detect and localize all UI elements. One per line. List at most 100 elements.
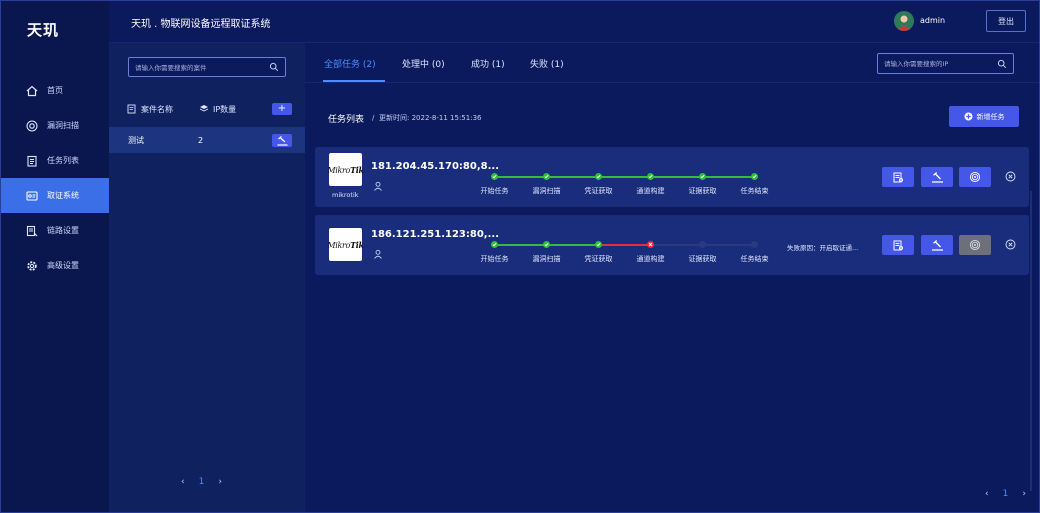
task-list-title: 任务列表 xyxy=(328,115,365,125)
title-separator: / xyxy=(372,114,375,122)
case-pagination: ‹ 1 › xyxy=(181,477,222,487)
step-label: 开始任务 xyxy=(480,255,509,263)
tab-failed[interactable]: 失败 (1) xyxy=(530,57,564,70)
close-icon[interactable] xyxy=(1005,239,1016,250)
fingerprint-button[interactable] xyxy=(959,167,991,187)
step-connector xyxy=(598,176,650,178)
sidebar-item-label: 首页 xyxy=(47,86,63,95)
prev-page-button[interactable]: ‹ xyxy=(985,489,989,499)
next-page-button[interactable]: › xyxy=(218,477,222,487)
step-label: 证据获取 xyxy=(688,187,717,195)
logout-button[interactable]: 登出 xyxy=(986,10,1026,32)
fingerprint-icon xyxy=(969,171,981,183)
gear-icon xyxy=(25,259,39,273)
fingerprint-button-disabled[interactable] xyxy=(959,235,991,255)
col-ip-count: IP数量 xyxy=(199,104,236,115)
report-button[interactable] xyxy=(882,167,914,187)
case-search-input[interactable] xyxy=(135,61,265,74)
step-connector xyxy=(702,244,754,246)
close-icon[interactable] xyxy=(1005,171,1016,182)
step-label: 开始任务 xyxy=(480,187,509,195)
step-check-icon xyxy=(595,241,602,248)
ip-search-input[interactable] xyxy=(884,58,994,70)
step-label: 漏洞扫描 xyxy=(532,255,561,263)
avatar[interactable] xyxy=(894,11,914,31)
sidebar-nav: 首页 漏洞扫描 任务列表 取证系统 链路设置 高级设置 xyxy=(1,73,109,283)
search-icon[interactable] xyxy=(269,62,279,72)
current-page[interactable]: 1 xyxy=(199,477,205,487)
sidebar-item-label: 任务列表 xyxy=(47,156,79,165)
case-hammer-button[interactable] xyxy=(272,134,292,147)
step-check-icon xyxy=(751,173,758,180)
tab-processing[interactable]: 处理中 (0) xyxy=(402,57,445,70)
col-case-name-label: 案件名称 xyxy=(141,104,173,114)
forensics-icon xyxy=(25,189,39,203)
sidebar-item-advanced-settings[interactable]: 高级设置 xyxy=(1,248,109,283)
brand-logo: 天玑 xyxy=(27,21,60,39)
task-card[interactable]: MikroTik 186.121.251.123:80,... 开始任务 漏洞扫描… xyxy=(315,215,1029,275)
tab-success[interactable]: 成功 (1) xyxy=(471,57,505,70)
sidebar-item-home[interactable]: 首页 xyxy=(1,73,109,108)
sidebar-item-scan[interactable]: 漏洞扫描 xyxy=(1,108,109,143)
scrollbar[interactable] xyxy=(1030,191,1032,491)
step-check-icon xyxy=(543,241,550,248)
step-label: 证据获取 xyxy=(688,255,717,263)
home-icon xyxy=(25,84,39,98)
logo-light-text: Mikro xyxy=(327,240,351,250)
report-icon xyxy=(893,240,904,250)
hammer-icon xyxy=(931,239,943,251)
active-tab-indicator xyxy=(323,80,385,82)
current-page[interactable]: 1 xyxy=(1003,489,1009,499)
task-tabs: 全部任务 (2) 处理中 (0) 成功 (1) 失败 (1) xyxy=(305,43,1039,83)
sidebar-item-label: 链路设置 xyxy=(47,226,79,235)
step-check-icon xyxy=(595,173,602,180)
add-case-button[interactable]: + xyxy=(272,103,292,115)
task-ip: 181.204.45.170:80,8... xyxy=(371,161,500,172)
ip-search-box xyxy=(877,53,1014,74)
report-icon xyxy=(893,172,904,182)
step-connector xyxy=(546,176,598,178)
forensics-hammer-button[interactable] xyxy=(921,167,953,187)
step-check-icon xyxy=(647,173,654,180)
sidebar-item-label: 高级设置 xyxy=(47,261,79,270)
top-header: 天玑 . 物联网设备远程取证系统 admin 登出 xyxy=(109,1,1039,43)
step-check-icon xyxy=(491,241,498,248)
report-button[interactable] xyxy=(882,235,914,255)
next-page-button[interactable]: › xyxy=(1022,489,1026,499)
step-label: 通道构建 xyxy=(636,255,665,263)
sidebar-item-label: 取证系统 xyxy=(47,191,79,200)
sidebar-item-forensics[interactable]: 取证系统 xyxy=(1,178,109,213)
scan-icon xyxy=(25,119,39,133)
sidebar-item-tasks[interactable]: 任务列表 xyxy=(1,143,109,178)
step-label: 漏洞扫描 xyxy=(532,187,561,195)
step-connector xyxy=(494,244,546,246)
prev-page-button[interactable]: ‹ xyxy=(181,477,185,487)
mikrotik-logo: MikroTik xyxy=(327,153,364,186)
step-connector xyxy=(546,244,598,246)
step-label: 通道构建 xyxy=(636,187,665,195)
step-label: 凭证获取 xyxy=(584,255,613,263)
step-fail-icon xyxy=(647,241,654,248)
step-connector xyxy=(494,176,546,178)
case-row[interactable]: 测试 2 xyxy=(109,127,305,153)
page-title: 天玑 . 物联网设备远程取证系统 xyxy=(131,19,271,30)
forensics-hammer-button[interactable] xyxy=(921,235,953,255)
tab-all[interactable]: 全部任务 (2) xyxy=(324,57,376,70)
step-label: 任务结束 xyxy=(740,255,769,263)
case-name: 测试 xyxy=(128,135,144,145)
case-ip-count: 2 xyxy=(198,135,204,145)
clipboard-icon xyxy=(25,154,39,168)
step-connector xyxy=(650,244,702,246)
step-pending-dot xyxy=(699,241,706,248)
search-icon[interactable] xyxy=(997,59,1007,69)
col-ip-count-label: IP数量 xyxy=(213,104,237,114)
task-card[interactable]: MikroTik mikrotik 181.204.45.170:80,8...… xyxy=(315,147,1029,207)
link-settings-icon xyxy=(25,224,39,238)
new-task-button[interactable]: 新增任务 xyxy=(949,106,1019,127)
fingerprint-icon xyxy=(969,239,981,251)
updated-label: 更新时间: xyxy=(379,114,410,122)
task-pagination: ‹ 1 › xyxy=(985,489,1026,499)
case-search-box xyxy=(128,57,286,77)
task-progress-steps: 开始任务 漏洞扫描 凭证获取 通道构建 证据获取 任务结束 xyxy=(481,171,781,201)
sidebar-item-link-settings[interactable]: 链路设置 xyxy=(1,213,109,248)
